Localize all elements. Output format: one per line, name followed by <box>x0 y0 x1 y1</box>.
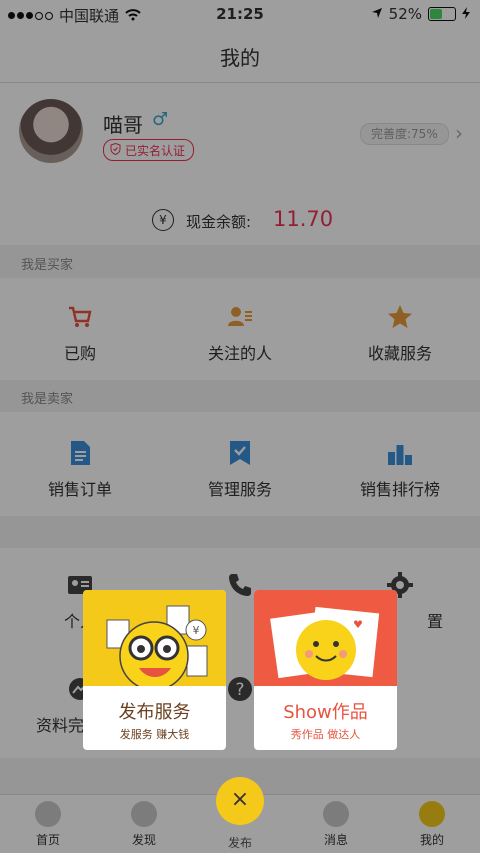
tab-publish[interactable]: 发布 <box>192 834 288 851</box>
page: 中国联通 21:25 52% 我的 喵哥 ♂ 已实名认证 完善度:75% › ¥… <box>0 0 480 854</box>
publish-illustration: ¥ <box>83 590 226 691</box>
modal-backdrop[interactable] <box>0 0 480 853</box>
publish-service-card[interactable]: ¥ 发布服务 发服务 赚大钱 <box>83 590 226 750</box>
show-works-title: Show作品 <box>283 702 368 723</box>
close-button[interactable]: × <box>216 777 264 825</box>
publish-service-subtitle: 发服务 赚大钱 <box>119 728 190 741</box>
publish-service-title: 发布服务 <box>118 702 191 723</box>
show-works-subtitle: 秀作品 做达人 <box>290 728 361 741</box>
show-works-card[interactable]: Show作品 秀作品 做达人 <box>254 590 397 750</box>
show-illustration <box>254 590 397 686</box>
svg-text:¥: ¥ <box>193 624 200 637</box>
